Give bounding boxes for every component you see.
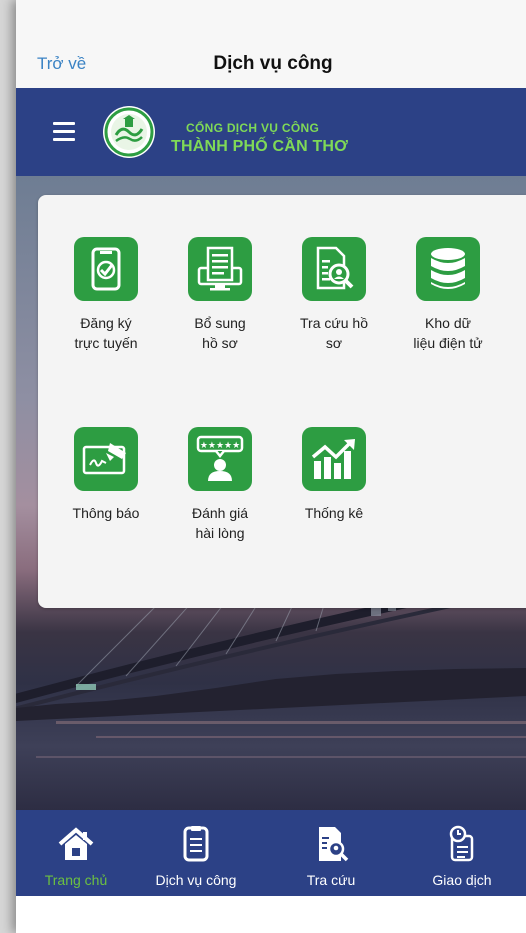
tile-database[interactable]: Kho dữ liệu điện tử (396, 237, 500, 353)
tile-label: Kho dữ liệu điện tử (413, 315, 483, 351)
tab-label: Tra cứu (306, 872, 356, 888)
database-icon (416, 237, 480, 301)
tile-supplement-file[interactable]: Bổ sung hồ sơ (168, 237, 272, 353)
tile-label: Bổ sung hồ sơ (194, 315, 246, 351)
online-register-icon (74, 237, 138, 301)
svg-text:★★★★★: ★★★★★ (200, 441, 240, 451)
tile-label: Đăng ký trực tuyến (74, 315, 138, 351)
statistics-icon (302, 427, 366, 491)
rating-icon: ★★★★★ (188, 427, 252, 491)
tile-statistics[interactable]: Thống kê (282, 427, 386, 523)
tab-transactions[interactable]: Giao dịch (402, 810, 522, 896)
tile-label: Thông báo (72, 505, 140, 521)
file-search-icon (271, 824, 391, 864)
notification-sign-icon (74, 427, 138, 491)
document-list-icon (136, 824, 256, 864)
tab-label: Giao dịch (432, 872, 492, 888)
bottom-tab-bar: Trang chủ Dịch vụ công Tra cứu Giao dịch (16, 810, 526, 896)
tab-label: Dịch vụ công (155, 872, 237, 888)
tab-lookup[interactable]: Tra cứu (271, 810, 391, 896)
tile-rating[interactable]: ★★★★★ Đánh giá hài lòng (168, 427, 272, 543)
brand-title-small: CỔNG DỊCH VỤ CÔNG (186, 121, 320, 135)
supplement-file-icon (188, 237, 252, 301)
tile-label: Tra cứu hồ sơ (300, 315, 368, 351)
tab-label: Trang chủ (44, 872, 108, 888)
page-title: Dịch vụ công (213, 53, 333, 74)
navigation-bar: Trở về Dịch vụ công (16, 0, 526, 88)
home-icon (16, 824, 136, 864)
clipboard-clock-icon (402, 824, 522, 864)
tab-home[interactable]: Trang chủ (16, 810, 136, 896)
tile-label: Đánh giá hài lòng (191, 505, 249, 541)
city-logo (103, 106, 155, 158)
app-frame: Trở về Dịch vụ công CỔNG DỊCH VỤ CÔNG TH… (16, 0, 526, 933)
tile-label: Thống kê (304, 505, 364, 521)
tab-public-services[interactable]: Dịch vụ công (136, 810, 256, 896)
app-header: CỔNG DỊCH VỤ CÔNG THÀNH PHỐ CẦN THƠ (16, 88, 526, 176)
home-indicator-area (16, 896, 526, 933)
menu-icon[interactable] (53, 122, 75, 141)
services-card: Đăng ký trực tuyến Bổ sung hồ sơ Tra cứu… (38, 195, 526, 608)
tile-file-search[interactable]: Tra cứu hồ sơ (282, 237, 386, 353)
tile-online-register[interactable]: Đăng ký trực tuyến (54, 237, 158, 353)
tile-notification[interactable]: Thông báo (54, 427, 158, 523)
brand-title-large: THÀNH PHỐ CẦN THƠ (171, 138, 349, 155)
file-search-icon (302, 237, 366, 301)
